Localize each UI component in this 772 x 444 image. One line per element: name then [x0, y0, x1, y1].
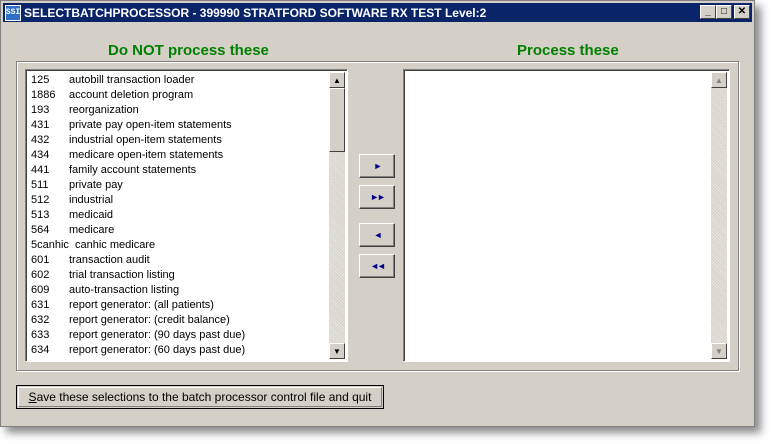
item-description: medicaid	[69, 209, 114, 221]
unprocessed-list: 125 autobill transaction loader 1886 accou…	[29, 73, 329, 358]
item-description: autobill transaction loader	[69, 74, 195, 86]
list-item[interactable]: 513 medicaid	[29, 208, 329, 223]
process-listbox[interactable]: ▲ ▼	[403, 69, 730, 362]
list-item[interactable]: 1886 account deletion program	[29, 88, 329, 103]
list-item[interactable]: 431 private pay open-item statements	[29, 118, 329, 133]
scroll-down-icon[interactable]: ▼	[329, 343, 345, 359]
item-code: 1886	[31, 89, 56, 101]
item-description: private pay open-item statements	[69, 119, 232, 131]
item-description: auto-transaction listing	[69, 284, 180, 296]
list-item[interactable]: 441 family account statements	[29, 163, 329, 178]
list-item[interactable]: 125 autobill transaction loader	[29, 73, 329, 88]
list-item[interactable]: 632 report generator: (credit balance)	[29, 313, 329, 328]
save-and-quit-button[interactable]: Save these selections to the batch proce…	[16, 385, 384, 409]
scroll-up-icon[interactable]: ▲	[711, 72, 727, 88]
right-heading: Process these	[517, 42, 619, 59]
list-item[interactable]: 5canhic canhic medicare	[29, 238, 329, 253]
add-all-button[interactable]: ►►	[359, 185, 395, 209]
item-code: 511	[31, 179, 49, 191]
item-description: reorganization	[69, 104, 139, 116]
left-scrollbar[interactable]: ▲ ▼	[329, 72, 345, 359]
item-code: 632	[31, 314, 50, 326]
list-item[interactable]: 631 report generator: (all patients)	[29, 298, 329, 313]
item-code: 602	[31, 269, 50, 281]
list-item[interactable]: 609 auto-transaction listing	[29, 283, 329, 298]
maximize-button[interactable]: □	[716, 5, 732, 19]
item-code: 513	[31, 209, 50, 221]
item-description: industrial	[69, 194, 114, 206]
item-description: medicare	[69, 224, 115, 236]
item-description: canhic medicare	[75, 239, 156, 251]
item-code: 633	[31, 329, 50, 341]
item-code: 5canhic	[31, 239, 69, 251]
item-code: 432	[31, 134, 50, 146]
scroll-down-icon[interactable]: ▼	[711, 343, 727, 359]
item-description: transaction audit	[69, 254, 150, 266]
item-description: account deletion program	[69, 89, 194, 101]
item-code: 193	[31, 104, 50, 116]
minimize-button[interactable]: _	[700, 5, 716, 19]
item-description: report generator: (60 days past due)	[69, 344, 246, 356]
item-code: 434	[31, 149, 50, 161]
item-code: 125	[31, 74, 50, 86]
item-code: 609	[31, 284, 50, 296]
window-title: SELECTBATCHPROCESSOR - 399990 STRATFORD …	[24, 5, 487, 20]
item-code: 564	[31, 224, 50, 236]
item-code: 512	[31, 194, 50, 206]
list-item[interactable]: 633 report generator: (90 days past due)	[29, 328, 329, 343]
title-bar[interactable]: SSI SELECTBATCHPROCESSOR - 399990 STRATF…	[3, 3, 752, 22]
list-item[interactable]: 511 private pay	[29, 178, 329, 193]
list-item[interactable]: 193 reorganization	[29, 103, 329, 118]
add-one-button[interactable]: ►	[359, 154, 395, 178]
title-buttons: _ □ ✕	[700, 5, 750, 19]
scroll-thumb[interactable]	[329, 88, 345, 152]
list-item[interactable]: 601 transaction audit	[29, 253, 329, 268]
item-description: private pay	[69, 179, 123, 191]
item-description: report generator: (90 days past due)	[69, 329, 246, 341]
item-description: report generator: (all patients)	[69, 299, 214, 311]
item-description: medicare open-item statements	[69, 149, 224, 161]
close-button[interactable]: ✕	[734, 5, 750, 19]
item-code: 431	[31, 119, 50, 131]
item-description: report generator: (credit balance)	[69, 314, 230, 326]
item-code: 631	[31, 299, 50, 311]
list-item[interactable]: 634 report generator: (60 days past due)	[29, 343, 329, 358]
remove-all-button[interactable]: ◄◄	[359, 254, 395, 278]
item-code: 441	[31, 164, 50, 176]
item-description: trial transaction listing	[69, 269, 175, 281]
list-item[interactable]: 434 medicare open-item statements	[29, 148, 329, 163]
item-code: 601	[31, 254, 50, 266]
remove-one-button[interactable]: ◄	[359, 223, 395, 247]
scroll-up-icon[interactable]: ▲	[329, 72, 345, 88]
item-description: industrial open-item statements	[69, 134, 222, 146]
unprocessed-listbox[interactable]: 125 autobill transaction loader 1886 accou…	[25, 69, 348, 362]
save-button-label: Save these selections to the batch proce…	[28, 390, 372, 404]
list-item[interactable]: 432 industrial open-item statements	[29, 133, 329, 148]
item-code: 634	[31, 344, 50, 356]
list-item[interactable]: 512 industrial	[29, 193, 329, 208]
right-scrollbar[interactable]: ▲ ▼	[711, 72, 727, 359]
app-icon: SSI	[5, 4, 21, 21]
list-item[interactable]: 564 medicare	[29, 223, 329, 238]
item-description: family account statements	[69, 164, 197, 176]
left-heading: Do NOT process these	[108, 42, 269, 59]
list-item[interactable]: 602 trial transaction listing	[29, 268, 329, 283]
main-window: SSI SELECTBATCHPROCESSOR - 399990 STRATF…	[0, 0, 755, 427]
